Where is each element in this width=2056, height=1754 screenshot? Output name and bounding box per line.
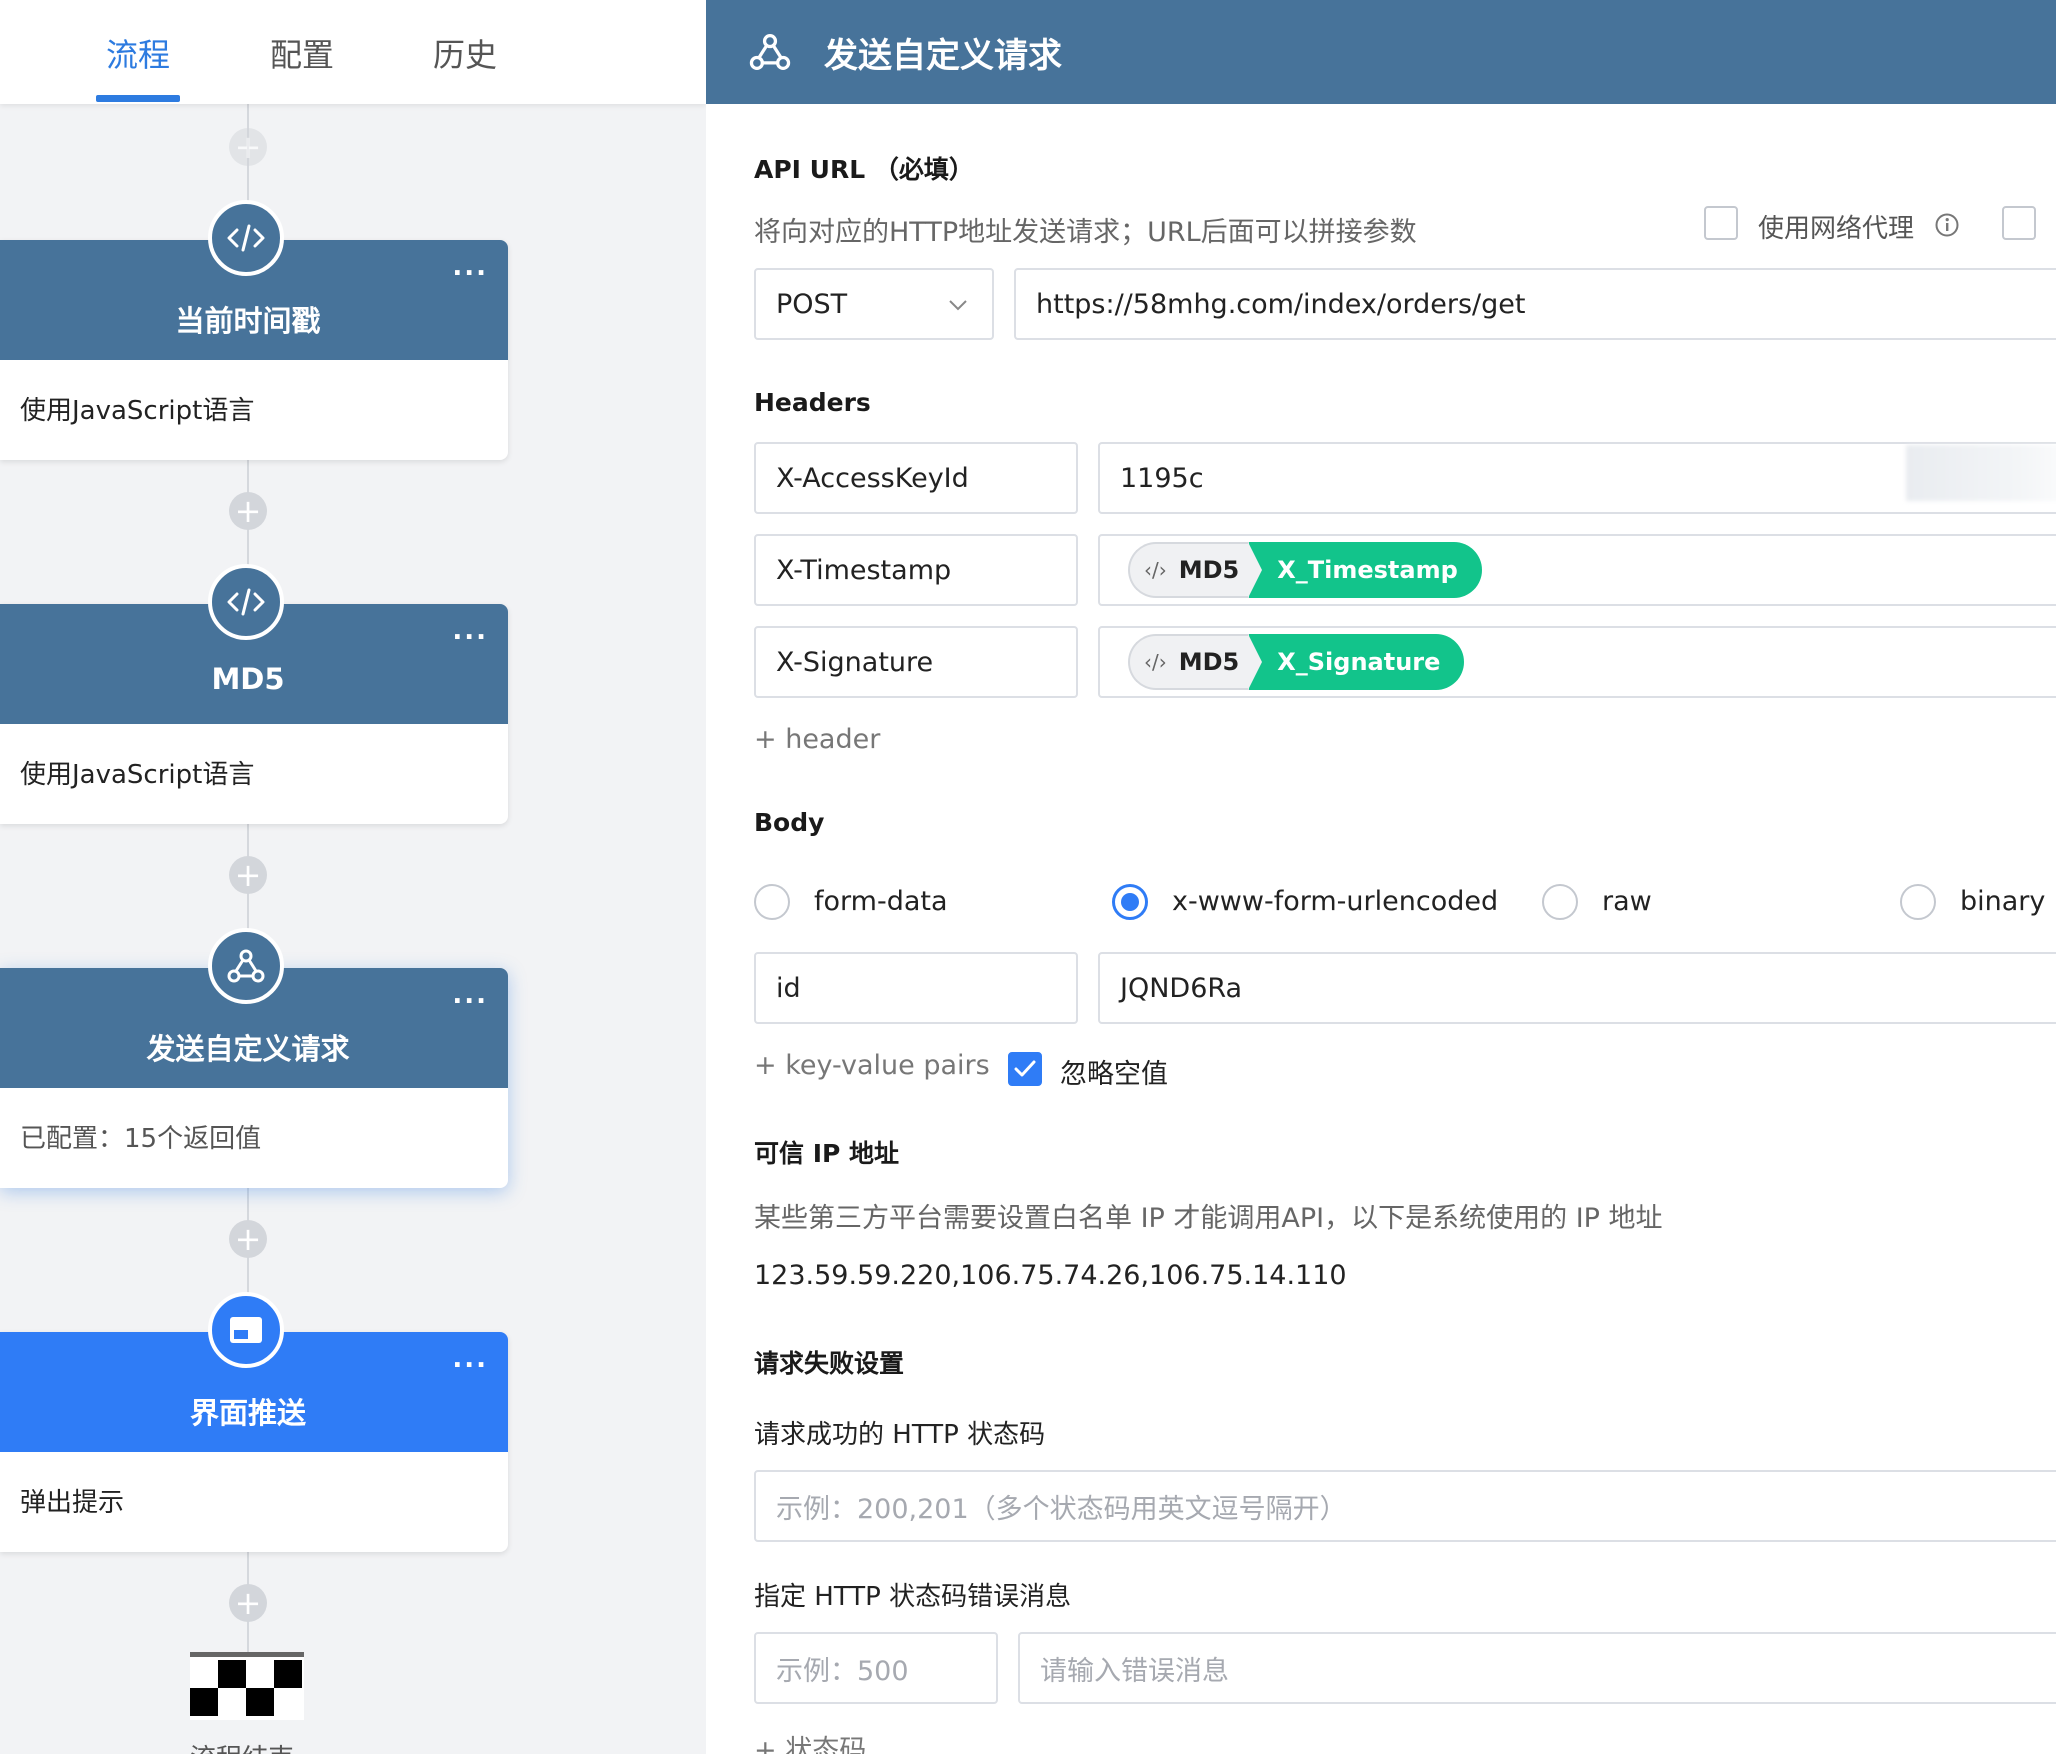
webhook-icon (208, 928, 284, 1004)
chevron-down-icon (949, 300, 967, 311)
radio-label: form-data (814, 886, 948, 917)
header-key-value: X-Signature (776, 646, 934, 678)
node-menu-icon[interactable]: ... (452, 980, 488, 1010)
code-icon: ‹/› (1144, 558, 1167, 582)
node-subtitle: 使用JavaScript语言 (20, 760, 255, 790)
add-header-button[interactable]: + header (754, 724, 880, 755)
flow-end-label: 流程结束 (190, 1738, 294, 1754)
add-step-button[interactable]: + (229, 128, 267, 166)
add-step-button[interactable]: + (229, 856, 267, 894)
body-value-text: JQND6Ra (1120, 972, 1243, 1004)
radio-binary[interactable] (1900, 884, 1936, 920)
panel-header: 发送自定义请求 (706, 0, 2056, 104)
code-icon: ‹/› (1144, 650, 1167, 674)
node-menu-icon[interactable]: ... (452, 1344, 488, 1374)
node-subtitle: 使用JavaScript语言 (20, 396, 255, 426)
radio-raw[interactable] (1542, 884, 1578, 920)
radio-label: binary (1960, 886, 2046, 917)
url-value: https://58mhg.com/index/orders/get (1036, 288, 1526, 320)
info-icon[interactable] (1934, 212, 1960, 238)
chip-variable: X_Signature (1248, 634, 1465, 690)
add-step-button[interactable]: + (229, 1220, 267, 1258)
url-input[interactable]: https://58mhg.com/index/orders/get (1014, 268, 2056, 340)
node-title: 发送自定义请求 (146, 1032, 350, 1066)
code-icon (208, 200, 284, 276)
node-title: 界面推送 (189, 1396, 306, 1430)
chip-variable: X_Timestamp (1248, 542, 1482, 598)
failure-settings-label: 请求失败设置 (754, 1349, 905, 1378)
proxy-label: 使用网络代理 (1758, 214, 1915, 244)
finish-flag-icon (190, 1652, 304, 1720)
api-url-label: API URL （必填） (754, 155, 974, 184)
chip-source: ‹/› MD5 (1128, 542, 1250, 598)
chip-source: ‹/› MD5 (1128, 634, 1250, 690)
body-value-input[interactable]: JQND6Ra (1098, 952, 2056, 1024)
variable-chip[interactable]: ‹/› MD5 X_Signature (1128, 634, 1465, 690)
method-select[interactable]: POST (754, 268, 994, 340)
trusted-ip-description: 某些第三方平台需要设置白名单 IP 才能调用API，以下是系统使用的 IP 地址 (754, 1203, 1663, 1234)
tab-bar: 流程 配置 历史 (0, 0, 706, 104)
radio-form-data[interactable] (754, 884, 790, 920)
add-step-button[interactable]: + (229, 1584, 267, 1622)
chip-source-label: MD5 (1178, 648, 1240, 676)
flow-pane: 流程 配置 历史 + + + + + ... 当前时间戳 使用JavaScrip… (0, 0, 706, 1754)
add-step-button[interactable]: + (229, 492, 267, 530)
success-code-input[interactable]: 示例：200,201（多个状态码用英文逗号隔开） (754, 1470, 2056, 1542)
check-icon (1014, 1060, 1036, 1077)
error-message-input[interactable]: 请输入错误消息 (1018, 1632, 2056, 1704)
proxy-checkbox[interactable] (1704, 206, 1738, 240)
add-status-code-button[interactable]: + 状态码 (754, 1728, 866, 1754)
method-value: POST (776, 288, 848, 320)
redacted-mask (1906, 445, 2056, 501)
api-url-description: 将向对应的HTTP地址发送请求；URL后面可以拼接参数 (754, 217, 1417, 248)
radio-label: raw (1602, 886, 1652, 917)
node-title: MD5 (211, 662, 285, 696)
ignore-empty-checkbox[interactable] (1008, 1052, 1042, 1086)
success-code-label: 请求成功的 HTTP 状态码 (754, 1420, 1046, 1450)
trusted-ip-value: 123.59.59.220,106.75.74.26,106.75.14.110 (754, 1260, 1347, 1291)
node-subtitle: 已配置：15个返回值 (20, 1124, 262, 1154)
header-value-text: 1195c (1120, 462, 1204, 494)
chip-source-label: MD5 (1178, 556, 1240, 584)
tab-config[interactable]: 配置 (270, 30, 334, 76)
header-key-input[interactable]: X-Timestamp (754, 534, 1078, 606)
node-title: 当前时间戳 (175, 304, 321, 338)
header-key-value: X-Timestamp (776, 554, 952, 586)
ignore-empty-label: 忽略空值 (1060, 1059, 1168, 1090)
add-key-value-button[interactable]: + key-value pairs (754, 1050, 990, 1081)
trusted-ip-label: 可信 IP 地址 (754, 1139, 900, 1168)
variable-chip[interactable]: ‹/› MD5 X_Timestamp (1128, 542, 1482, 598)
active-tab-indicator (96, 95, 180, 102)
success-code-placeholder: 示例：200,201（多个状态码用英文逗号隔开） (776, 1493, 1347, 1525)
status-code-input[interactable]: 示例：500 (754, 1632, 998, 1704)
option-checkbox[interactable] (2002, 206, 2036, 240)
body-key-value: id (776, 972, 801, 1004)
tab-flow[interactable]: 流程 (106, 30, 170, 76)
header-key-input[interactable]: X-Signature (754, 626, 1078, 698)
radio-urlencoded[interactable] (1112, 884, 1148, 920)
headers-label: Headers (754, 388, 871, 417)
header-key-input[interactable]: X-AccessKeyId (754, 442, 1078, 514)
body-label: Body (754, 808, 825, 837)
code-icon (208, 564, 284, 640)
error-message-placeholder: 请输入错误消息 (1040, 1655, 1229, 1687)
node-menu-icon[interactable]: ... (452, 252, 488, 282)
webhook-icon (749, 34, 791, 70)
error-message-label: 指定 HTTP 状态码错误消息 (754, 1582, 1072, 1612)
window-icon (208, 1292, 284, 1368)
radio-label: x-www-form-urlencoded (1172, 886, 1499, 917)
panel-title: 发送自定义请求 (824, 36, 1062, 76)
node-subtitle: 弹出提示 (20, 1488, 125, 1518)
tab-history[interactable]: 历史 (433, 30, 497, 76)
node-menu-icon[interactable]: ... (452, 616, 488, 646)
status-code-placeholder: 示例：500 (776, 1655, 909, 1687)
config-panel: 发送自定义请求 API URL （必填） 将向对应的HTTP地址发送请求；URL… (706, 0, 2056, 1754)
body-key-input[interactable]: id (754, 952, 1078, 1024)
header-key-value: X-AccessKeyId (776, 462, 969, 494)
